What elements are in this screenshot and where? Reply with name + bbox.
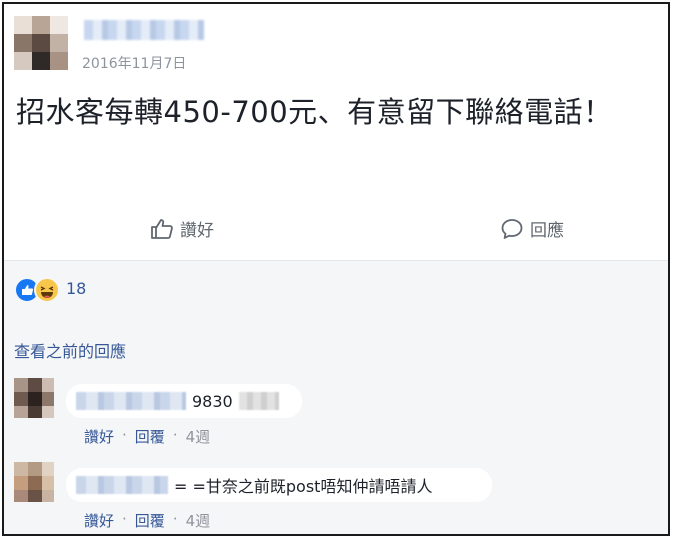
post-body: 招水客每轉450-700元、有意留下聯絡電話！ (16, 95, 613, 129)
haha-icon (34, 277, 60, 303)
reaction-icons[interactable] (14, 277, 60, 303)
comment-actions: 讚好 · 回覆 · 4週 (84, 426, 210, 447)
post-card: 2016年11月7日 招水客每轉450-700元、有意留下聯絡電話！ 讚好 回應 (2, 2, 670, 536)
view-previous-comments-link[interactable]: 查看之前的回應 (14, 338, 126, 362)
separator: · (122, 510, 127, 528)
reactions-bar: 18 (4, 260, 668, 321)
author-name-redacted[interactable] (84, 20, 204, 40)
comment-text: 9830 (192, 391, 233, 411)
post-timestamp[interactable]: 2016年11月7日 (82, 53, 186, 73)
comment-label: 回應 (530, 221, 564, 241)
comment-button[interactable]: 回應 (500, 216, 564, 241)
comment-timestamp[interactable]: 4週 (186, 510, 211, 531)
separator: · (172, 510, 178, 528)
comment-bubble-icon (501, 218, 523, 239)
comment-actions: 讚好 · 回覆 · 4週 (84, 510, 210, 531)
comment-like-link[interactable]: 讚好 (84, 510, 114, 531)
comment-reply-link[interactable]: 回覆 (135, 426, 165, 447)
commenter-avatar[interactable] (14, 462, 54, 502)
like-label: 讚好 (180, 221, 214, 241)
comment-text: = =甘奈之前既post唔知仲請唔請人 (174, 477, 433, 496)
reaction-count[interactable]: 18 (66, 279, 86, 298)
comment-like-link[interactable]: 讚好 (84, 426, 114, 447)
comments-section: 查看之前的回應 9830 讚好 · 回覆 · 4週 = =甘奈之前既post唔知… (4, 320, 668, 534)
commenter-name-redacted[interactable] (76, 476, 168, 494)
comment-reply-link[interactable]: 回覆 (135, 510, 165, 531)
separator: · (122, 426, 127, 444)
comment-bubble: 9830 (66, 384, 302, 418)
like-button[interactable]: 讚好 (150, 216, 214, 241)
thumbs-up-icon (151, 218, 173, 239)
separator: · (172, 426, 178, 444)
commenter-name-redacted[interactable] (76, 392, 186, 410)
comment-timestamp[interactable]: 4週 (186, 426, 211, 447)
author-avatar[interactable] (14, 16, 68, 70)
commenter-avatar[interactable] (14, 378, 54, 418)
comment-bubble: = =甘奈之前既post唔知仲請唔請人 (66, 468, 492, 502)
comment-text-redacted (238, 392, 279, 410)
